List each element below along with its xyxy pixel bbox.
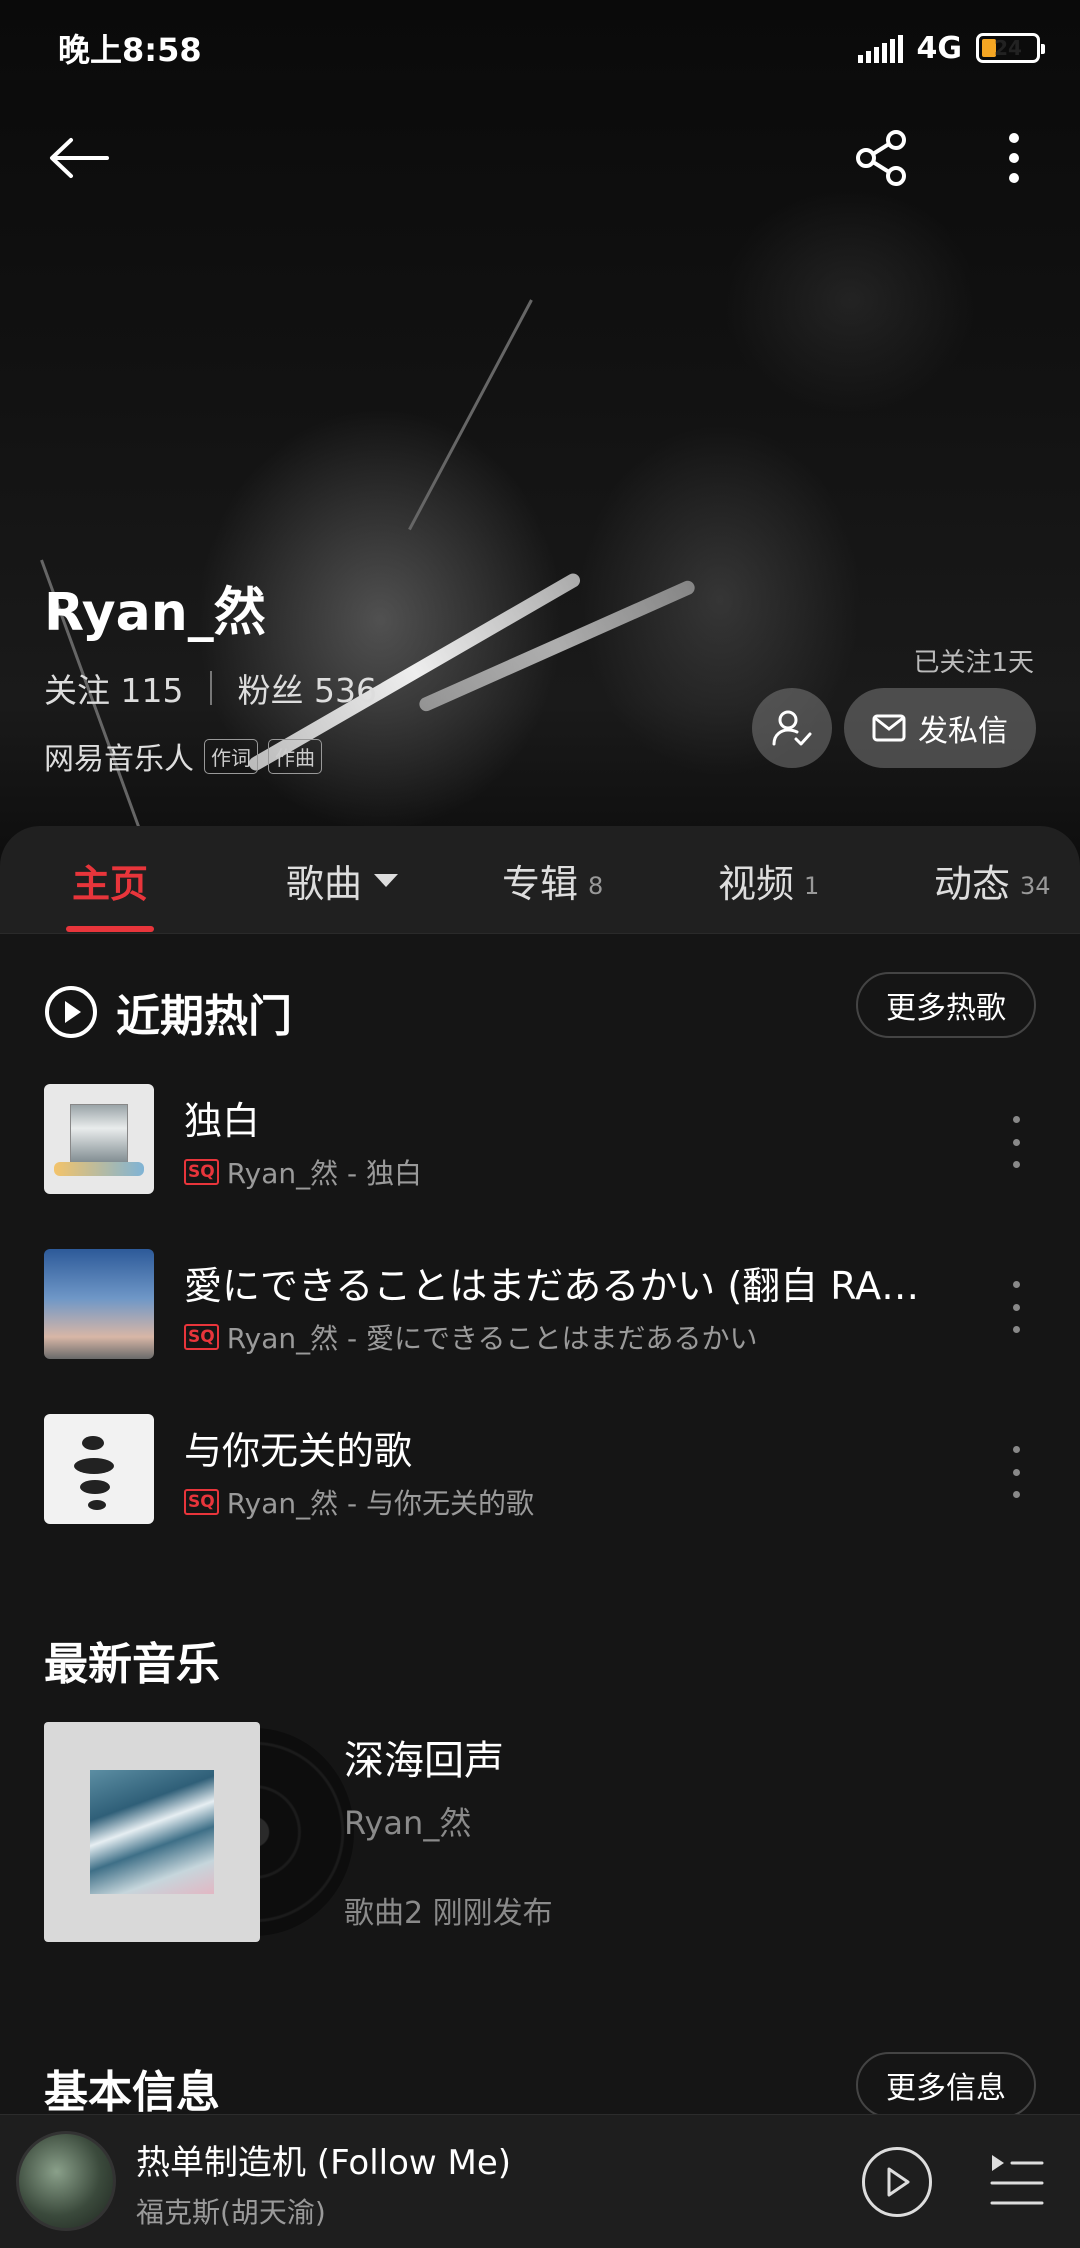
artist-cover-image: 晚上8:58 4G 24 Ryan_然 关注 115 粉丝 536 网易音乐人 … <box>0 0 1080 880</box>
status-time: 晚上8:58 <box>58 31 202 69</box>
profile-content: 近期热门 更多热歌 独白 SQ Ryan_然 - 独白 愛にできることはまだある… <box>0 934 1080 2118</box>
hot-section-header[interactable]: 近期热门 <box>44 980 292 1044</box>
song-more-button[interactable] <box>996 1277 1036 1337</box>
song-subtitle: SQ Ryan_然 - 愛にできることはまだあるかい <box>184 1317 757 1357</box>
signal-icon <box>857 33 903 63</box>
song-cover-image <box>44 1249 154 1359</box>
latest-music-title: 最新音乐 <box>44 1639 220 1690</box>
song-row[interactable]: 愛にできることはまだあるかい (翻自 RA… SQ Ryan_然 - 愛にできる… <box>44 1249 1036 1361</box>
sq-badge: SQ <box>184 1324 219 1350</box>
playlist-button[interactable] <box>986 2149 1046 2213</box>
song-title: 愛にできることはまだあるかい (翻自 RA… <box>184 1264 920 1308</box>
mic-stand-shape <box>408 299 533 531</box>
album-meta: 歌曲2 刚刚发布 <box>344 1896 553 1931</box>
play-circle-icon <box>45 986 97 1038</box>
fans-count: 536 <box>314 671 377 710</box>
basic-info-title: 基本信息 <box>44 2067 220 2118</box>
song-artist-album: Ryan_然 - 愛にできることはまだあるかい <box>226 1322 758 1355</box>
artist-tag: 作曲 <box>268 738 322 774</box>
more-info-button[interactable]: 更多信息 <box>856 2052 1036 2118</box>
caret-down-icon <box>374 873 399 887</box>
status-bar: 晚上8:58 4G 24 <box>0 0 1080 96</box>
top-nav-bar <box>0 118 1080 198</box>
song-row[interactable]: 独白 SQ Ryan_然 - 独白 <box>44 1084 1036 1196</box>
battery-level: 24 <box>994 36 1022 60</box>
fans-label: 粉丝 <box>237 671 304 710</box>
mini-player[interactable]: 热单制造机 (Follow Me) 福克斯(胡天渝) <box>0 2114 1080 2248</box>
tab-count: 8 <box>588 872 604 900</box>
now-playing-cover[interactable] <box>16 2131 116 2231</box>
profile-tabs: 主页 歌曲 专辑 8 视频 1 动态 34 <box>0 826 1080 934</box>
followed-days-label: 已关注1天 <box>913 648 1034 678</box>
play-icon <box>887 2167 910 2197</box>
tab-label: 专辑 <box>502 861 579 906</box>
tab-label: 视频 <box>718 861 795 906</box>
fans-stat[interactable]: 粉丝 536 <box>238 664 378 712</box>
tab-label: 歌曲 <box>286 861 363 906</box>
now-playing-artist: 福克斯(胡天渝) <box>136 2196 326 2229</box>
album-artist: Ryan_然 <box>344 1804 472 1842</box>
tab-activity[interactable]: 动态 34 <box>934 826 1051 934</box>
tab-count: 34 <box>1020 872 1051 900</box>
tab-songs[interactable]: 歌曲 <box>286 826 399 934</box>
share-icon <box>856 130 906 186</box>
artist-name: Ryan_然 <box>44 583 266 643</box>
tab-home[interactable]: 主页 <box>65 826 155 934</box>
song-subtitle: SQ Ryan_然 - 独白 <box>184 1152 422 1192</box>
song-artist-album: Ryan_然 - 独白 <box>226 1157 423 1190</box>
play-button[interactable] <box>862 2147 932 2217</box>
vertical-dots-icon <box>1009 133 1019 183</box>
song-cover-image <box>44 1084 154 1194</box>
sq-badge: SQ <box>184 1159 219 1185</box>
tab-videos[interactable]: 视频 1 <box>718 826 819 934</box>
hot-section-title: 近期热门 <box>116 991 292 1042</box>
battery-icon: 24 <box>976 33 1045 63</box>
song-cover-image <box>44 1414 154 1524</box>
album-title: 深海回声 <box>344 1738 504 1784</box>
send-message-label: 发私信 <box>918 714 1008 749</box>
tab-albums[interactable]: 专辑 8 <box>502 826 603 934</box>
song-subtitle: SQ Ryan_然 - 与你无关的歌 <box>184 1482 534 1522</box>
latest-album-card[interactable]: 深海回声 Ryan_然 歌曲2 刚刚发布 <box>44 1722 1036 1942</box>
song-row[interactable]: 与你无关的歌 SQ Ryan_然 - 与你无关的歌 <box>44 1414 1036 1526</box>
song-artist-album: Ryan_然 - 与你无关的歌 <box>226 1487 535 1520</box>
back-arrow-icon <box>50 138 109 178</box>
send-message-button[interactable]: 发私信 <box>844 688 1036 768</box>
playlist-icon <box>990 2155 1044 2205</box>
followed-user-button[interactable] <box>752 688 832 768</box>
song-title: 与你无关的歌 <box>184 1429 413 1473</box>
sq-badge: SQ <box>184 1489 219 1515</box>
song-more-button[interactable] <box>996 1442 1036 1502</box>
tab-label: 动态 <box>934 861 1011 906</box>
network-type: 4G <box>916 30 963 66</box>
song-title: 独白 <box>184 1099 261 1143</box>
share-button[interactable] <box>842 118 922 198</box>
now-playing-title: 热单制造机 (Follow Me) <box>136 2143 512 2183</box>
following-label: 关注 <box>44 671 110 710</box>
tab-label: 主页 <box>72 861 149 906</box>
following-stat[interactable]: 关注 115 <box>44 664 184 712</box>
album-cover-image <box>44 1722 260 1942</box>
mail-icon <box>872 714 906 742</box>
artist-identity: 网易音乐人 <box>44 742 194 777</box>
following-count: 115 <box>120 671 184 710</box>
back-button[interactable] <box>38 118 118 198</box>
user-check-icon <box>772 710 812 746</box>
more-options-button[interactable] <box>974 118 1054 198</box>
more-hot-songs-button[interactable]: 更多热歌 <box>856 972 1036 1038</box>
stats-divider <box>209 671 212 705</box>
artist-tag: 作词 <box>204 738 258 774</box>
song-more-button[interactable] <box>996 1112 1036 1172</box>
tab-count: 1 <box>804 872 820 900</box>
